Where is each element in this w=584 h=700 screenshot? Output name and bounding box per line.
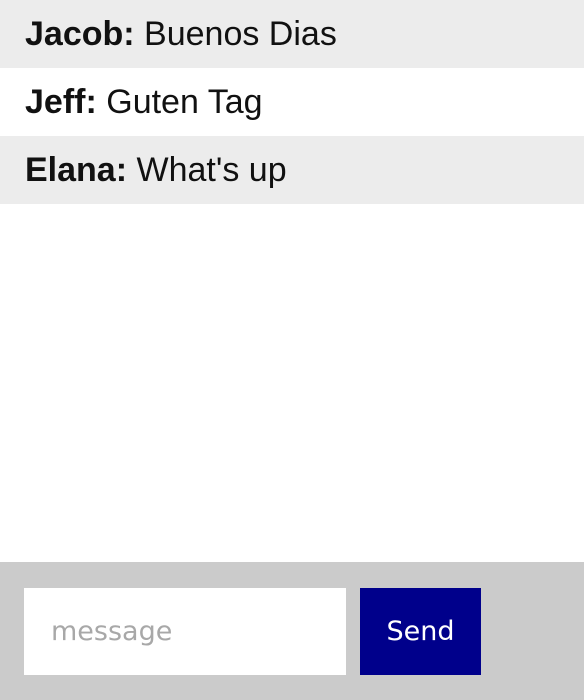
message-list: Jacob: Buenos Dias Jeff: Guten Tag Elana… xyxy=(0,0,584,204)
message-text: What's up xyxy=(136,151,287,189)
message-text: Guten Tag xyxy=(106,83,263,121)
composer-bar: Send xyxy=(0,562,584,700)
send-button[interactable]: Send xyxy=(360,588,481,675)
message-author: Elana: xyxy=(25,151,128,189)
message-text: Buenos Dias xyxy=(144,15,337,53)
message-author: Jacob: xyxy=(25,15,135,53)
message-item: Elana: What's up xyxy=(0,136,584,204)
message-input[interactable] xyxy=(24,588,346,675)
message-author: Jeff: xyxy=(25,83,97,121)
message-item: Jeff: Guten Tag xyxy=(0,68,584,136)
message-item: Jacob: Buenos Dias xyxy=(0,0,584,68)
